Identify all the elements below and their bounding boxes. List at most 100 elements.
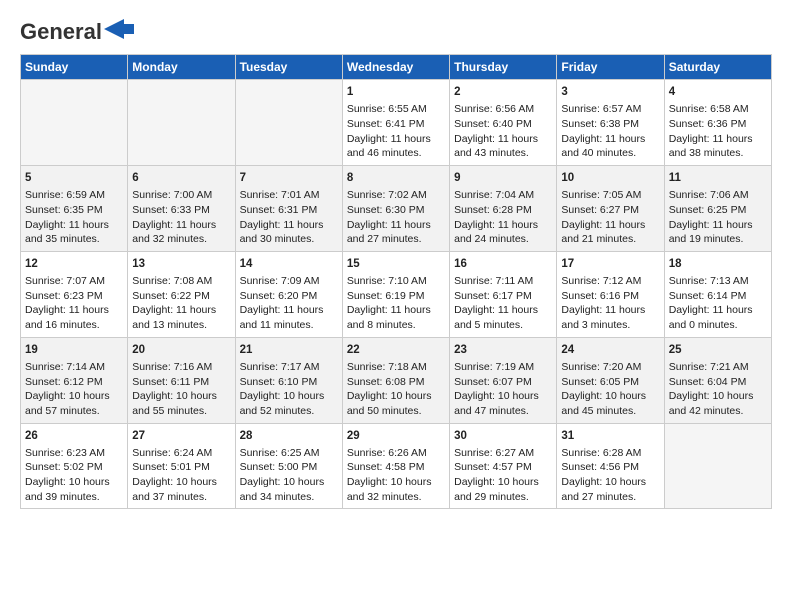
day-info: Daylight: 11 hours and 5 minutes. bbox=[454, 303, 552, 332]
calendar-day: 27Sunrise: 6:24 AMSunset: 5:01 PMDayligh… bbox=[128, 423, 235, 509]
day-info: Sunrise: 7:14 AM bbox=[25, 360, 123, 375]
day-info: Sunset: 5:02 PM bbox=[25, 460, 123, 475]
calendar-day: 12Sunrise: 7:07 AMSunset: 6:23 PMDayligh… bbox=[21, 251, 128, 337]
calendar-day: 5Sunrise: 6:59 AMSunset: 6:35 PMDaylight… bbox=[21, 166, 128, 252]
day-info: Daylight: 10 hours and 52 minutes. bbox=[240, 389, 338, 418]
day-info: Daylight: 11 hours and 43 minutes. bbox=[454, 132, 552, 161]
day-info: Sunset: 5:01 PM bbox=[132, 460, 230, 475]
day-info: Sunrise: 7:18 AM bbox=[347, 360, 445, 375]
day-number: 9 bbox=[454, 170, 552, 186]
day-info: Sunrise: 7:02 AM bbox=[347, 188, 445, 203]
logo-icon bbox=[104, 19, 134, 39]
day-info: Sunset: 6:16 PM bbox=[561, 289, 659, 304]
calendar-day: 3Sunrise: 6:57 AMSunset: 6:38 PMDaylight… bbox=[557, 80, 664, 166]
day-info: Daylight: 11 hours and 40 minutes. bbox=[561, 132, 659, 161]
day-info: Sunrise: 7:19 AM bbox=[454, 360, 552, 375]
day-number: 16 bbox=[454, 256, 552, 272]
calendar-day: 13Sunrise: 7:08 AMSunset: 6:22 PMDayligh… bbox=[128, 251, 235, 337]
day-info: Daylight: 11 hours and 32 minutes. bbox=[132, 218, 230, 247]
day-number: 5 bbox=[25, 170, 123, 186]
day-info: Sunrise: 7:07 AM bbox=[25, 274, 123, 289]
day-info: Daylight: 10 hours and 47 minutes. bbox=[454, 389, 552, 418]
day-info: Sunset: 6:28 PM bbox=[454, 203, 552, 218]
calendar-day-empty bbox=[128, 80, 235, 166]
day-number: 7 bbox=[240, 170, 338, 186]
day-info: Daylight: 10 hours and 45 minutes. bbox=[561, 389, 659, 418]
day-info: Sunset: 6:31 PM bbox=[240, 203, 338, 218]
day-info: Sunset: 6:27 PM bbox=[561, 203, 659, 218]
day-number: 29 bbox=[347, 428, 445, 444]
day-info: Sunset: 6:33 PM bbox=[132, 203, 230, 218]
day-info: Sunset: 6:04 PM bbox=[669, 375, 767, 390]
calendar-day: 20Sunrise: 7:16 AMSunset: 6:11 PMDayligh… bbox=[128, 337, 235, 423]
day-info: Daylight: 10 hours and 34 minutes. bbox=[240, 475, 338, 504]
day-info: Sunset: 6:14 PM bbox=[669, 289, 767, 304]
day-info: Daylight: 11 hours and 21 minutes. bbox=[561, 218, 659, 247]
calendar-day: 28Sunrise: 6:25 AMSunset: 5:00 PMDayligh… bbox=[235, 423, 342, 509]
weekday-header: Monday bbox=[128, 55, 235, 80]
calendar-day: 14Sunrise: 7:09 AMSunset: 6:20 PMDayligh… bbox=[235, 251, 342, 337]
weekday-header: Tuesday bbox=[235, 55, 342, 80]
calendar-day-empty bbox=[21, 80, 128, 166]
calendar-day: 15Sunrise: 7:10 AMSunset: 6:19 PMDayligh… bbox=[342, 251, 449, 337]
day-number: 15 bbox=[347, 256, 445, 272]
calendar-day: 26Sunrise: 6:23 AMSunset: 5:02 PMDayligh… bbox=[21, 423, 128, 509]
day-info: Sunrise: 7:12 AM bbox=[561, 274, 659, 289]
day-info: Sunrise: 7:04 AM bbox=[454, 188, 552, 203]
day-number: 25 bbox=[669, 342, 767, 358]
day-info: Sunset: 6:12 PM bbox=[25, 375, 123, 390]
day-info: Daylight: 11 hours and 16 minutes. bbox=[25, 303, 123, 332]
day-info: Sunrise: 6:57 AM bbox=[561, 102, 659, 117]
weekday-header: Saturday bbox=[664, 55, 771, 80]
day-info: Daylight: 11 hours and 3 minutes. bbox=[561, 303, 659, 332]
day-info: Daylight: 11 hours and 8 minutes. bbox=[347, 303, 445, 332]
day-info: Sunset: 6:36 PM bbox=[669, 117, 767, 132]
day-info: Daylight: 11 hours and 0 minutes. bbox=[669, 303, 767, 332]
calendar-day: 9 Sunrise: 7:04 AMSunset: 6:28 PMDaylight… bbox=[450, 166, 557, 252]
day-number: 11 bbox=[669, 170, 767, 186]
day-info: Sunrise: 7:10 AM bbox=[347, 274, 445, 289]
day-info: Sunrise: 7:21 AM bbox=[669, 360, 767, 375]
day-number: 17 bbox=[561, 256, 659, 272]
calendar-day: 2Sunrise: 6:56 AMSunset: 6:40 PMDaylight… bbox=[450, 80, 557, 166]
day-number: 10 bbox=[561, 170, 659, 186]
day-info: Sunrise: 6:25 AM bbox=[240, 446, 338, 461]
calendar-day: 16 Sunrise: 7:11 AMSunset: 6:17 PMDayligh… bbox=[450, 251, 557, 337]
day-info: Sunrise: 7:00 AM bbox=[132, 188, 230, 203]
page-header: General bbox=[20, 20, 772, 44]
calendar-day: 11Sunrise: 7:06 AMSunset: 6:25 PMDayligh… bbox=[664, 166, 771, 252]
calendar-day: 31Sunrise: 6:28 AMSunset: 4:56 PMDayligh… bbox=[557, 423, 664, 509]
day-info: Sunrise: 7:08 AM bbox=[132, 274, 230, 289]
day-info: Sunrise: 7:11 AM bbox=[454, 274, 552, 289]
day-info: Daylight: 10 hours and 55 minutes. bbox=[132, 389, 230, 418]
calendar-day: 8Sunrise: 7:02 AMSunset: 6:30 PMDaylight… bbox=[342, 166, 449, 252]
day-info: Daylight: 10 hours and 50 minutes. bbox=[347, 389, 445, 418]
day-info: Daylight: 11 hours and 24 minutes. bbox=[454, 218, 552, 247]
day-number: 14 bbox=[240, 256, 338, 272]
day-info: Sunrise: 6:59 AM bbox=[25, 188, 123, 203]
day-info: Sunset: 6:35 PM bbox=[25, 203, 123, 218]
day-info: Daylight: 10 hours and 27 minutes. bbox=[561, 475, 659, 504]
day-info: Sunrise: 6:58 AM bbox=[669, 102, 767, 117]
calendar-day: 17 Sunrise: 7:12 AMSunset: 6:16 PMDayligh… bbox=[557, 251, 664, 337]
calendar-day: 21Sunrise: 7:17 AMSunset: 6:10 PMDayligh… bbox=[235, 337, 342, 423]
day-number: 22 bbox=[347, 342, 445, 358]
calendar-body: 1Sunrise: 6:55 AMSunset: 6:41 PMDaylight… bbox=[21, 80, 772, 509]
day-number: 20 bbox=[132, 342, 230, 358]
day-number: 3 bbox=[561, 84, 659, 100]
day-info: Sunset: 6:05 PM bbox=[561, 375, 659, 390]
day-number: 1 bbox=[347, 84, 445, 100]
day-info: Daylight: 11 hours and 13 minutes. bbox=[132, 303, 230, 332]
day-info: Sunset: 4:57 PM bbox=[454, 460, 552, 475]
day-number: 4 bbox=[669, 84, 767, 100]
day-number: 21 bbox=[240, 342, 338, 358]
day-info: Sunrise: 6:24 AM bbox=[132, 446, 230, 461]
calendar-day: 6Sunrise: 7:00 AMSunset: 6:33 PMDaylight… bbox=[128, 166, 235, 252]
day-info: Sunrise: 7:13 AM bbox=[669, 274, 767, 289]
day-info: Sunrise: 7:17 AM bbox=[240, 360, 338, 375]
logo: General bbox=[20, 20, 134, 44]
calendar-day: 10Sunrise: 7:05 AMSunset: 6:27 PMDayligh… bbox=[557, 166, 664, 252]
day-info: Daylight: 10 hours and 37 minutes. bbox=[132, 475, 230, 504]
day-info: Sunrise: 6:56 AM bbox=[454, 102, 552, 117]
day-info: Sunset: 6:17 PM bbox=[454, 289, 552, 304]
